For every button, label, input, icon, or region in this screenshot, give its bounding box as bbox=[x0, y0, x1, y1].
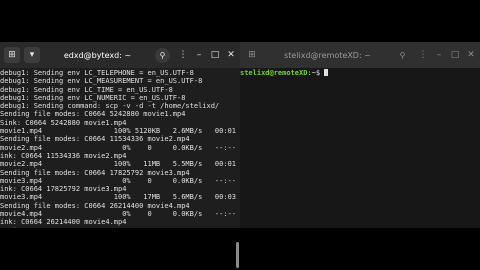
new-tab-icon: ⊞ bbox=[8, 50, 16, 60]
terminal-window-left[interactable]: ⊞ ▾ edxd@bytexd: ~ ⚲ ⋮ – □ ✕ debug1: Sen… bbox=[0, 42, 240, 268]
output-line: debug1: Sending env LC_TELEPHONE = en_US… bbox=[0, 69, 194, 77]
search-button[interactable]: ⚲ bbox=[155, 47, 170, 63]
close-button[interactable]: ✕ bbox=[464, 47, 478, 63]
menu-button[interactable]: ⋮ bbox=[176, 47, 190, 63]
output-line: movie3.mp4 100% 17MB 5.6MB/s 00:03 bbox=[0, 193, 237, 202]
output-line: ink: C0664 17825792 movie3.mp4 bbox=[0, 185, 127, 194]
output-line: Sending file modes: C0664 5242880 movie1… bbox=[0, 110, 186, 119]
window-title: stelixd@remoteXD: ~ bbox=[284, 50, 371, 60]
titlebar: ⊞ ▾ edxd@bytexd: ~ ⚲ ⋮ – □ ✕ bbox=[0, 42, 240, 68]
maximize-button[interactable]: □ bbox=[208, 47, 222, 63]
output-line: debug1: Sending command: scp -v -d -t /h… bbox=[0, 102, 220, 111]
output-line: debug1: Sending env LC_MEASUREMENT = en_… bbox=[0, 77, 203, 86]
window-title: edxd@bytexd: ~ bbox=[63, 50, 132, 60]
output-line: movie3.mp4 0% 0 0.0KB/s --:-- ETA bbox=[0, 176, 240, 185]
terminal-output[interactable]: debug1: Sending env LC_TELEPHONE = en_US… bbox=[0, 68, 240, 228]
minimize-button[interactable]: – bbox=[192, 47, 206, 63]
kebab-menu-icon: ⋮ bbox=[178, 50, 188, 60]
output-line: movie2.mp4 0% 0 0.0KB/s --:-- ETA bbox=[0, 143, 240, 152]
minimize-button[interactable]: – bbox=[432, 47, 446, 63]
search-button[interactable]: ⚲ bbox=[395, 48, 410, 63]
search-icon: ⚲ bbox=[399, 50, 406, 60]
close-button[interactable]: ✕ bbox=[224, 47, 238, 63]
close-icon: ✕ bbox=[467, 50, 475, 60]
output-line: Sending file modes: C0664 11534336 movie… bbox=[0, 135, 190, 144]
kebab-menu-icon: ⋮ bbox=[418, 50, 428, 60]
output-line: ink: C0664 26214400 movie4.mp4 bbox=[0, 218, 127, 227]
new-tab-button[interactable]: ⊞ bbox=[244, 47, 260, 63]
minimize-icon: – bbox=[436, 50, 442, 60]
output-line: movie4.mp4 24% 6336KB 6.2MB/s 00:03 ETA bbox=[0, 227, 240, 228]
terminal-output[interactable]: stelixd@remoteXD:~$ bbox=[240, 68, 480, 228]
output-line: Sending file modes: C0664 26214400 movie… bbox=[0, 201, 190, 210]
output-line: ink: C0664 11534336 movie2.mp4 bbox=[0, 151, 127, 160]
prompt-path: :~$ bbox=[307, 69, 325, 77]
prompt-user: stelixd@remoteXD bbox=[240, 69, 308, 77]
search-icon: ⚲ bbox=[159, 50, 166, 60]
chevron-down-icon: ▾ bbox=[29, 50, 35, 60]
terminal-window-right[interactable]: ⊞ stelixd@remoteXD: ~ ⚲ ⋮ – □ ✕ stelixd@… bbox=[240, 42, 480, 228]
output-line: debug1: Sending env LC_TIME = en_US.UTF-… bbox=[0, 85, 173, 94]
maximize-icon: □ bbox=[210, 50, 220, 60]
new-tab-icon: ⊞ bbox=[248, 50, 256, 60]
shell-prompt: stelixd@remoteXD:~$ bbox=[240, 69, 480, 77]
output-line: debug1: Sending env LC_NUMERIC = en_US.U… bbox=[0, 93, 186, 102]
output-line: movie1.mp4 100% 5120KB 2.6MB/s 00:01 bbox=[0, 127, 237, 136]
output-line: movie4.mp4 0% 0 0.0KB/s --:-- ETA bbox=[0, 210, 240, 219]
menu-button[interactable]: ⋮ bbox=[416, 47, 430, 63]
new-tab-button[interactable]: ⊞ bbox=[4, 47, 20, 63]
dropdown-button[interactable]: ▾ bbox=[24, 47, 40, 63]
close-icon: ✕ bbox=[227, 50, 235, 60]
maximize-button[interactable]: □ bbox=[448, 47, 462, 63]
minimize-icon: – bbox=[196, 50, 202, 60]
text-cursor bbox=[324, 69, 329, 76]
output-line: Sink: C0664 5242880 movie1.mp4 bbox=[0, 118, 127, 127]
output-line: movie2.mp4 100% 11MB 5.5MB/s 00:01 bbox=[0, 160, 237, 169]
titlebar: ⊞ stelixd@remoteXD: ~ ⚲ ⋮ – □ ✕ bbox=[240, 42, 480, 68]
maximize-icon: □ bbox=[450, 50, 460, 60]
output-line: Sending file modes: C0664 17825792 movie… bbox=[0, 168, 190, 177]
scrollbar[interactable] bbox=[236, 242, 239, 268]
